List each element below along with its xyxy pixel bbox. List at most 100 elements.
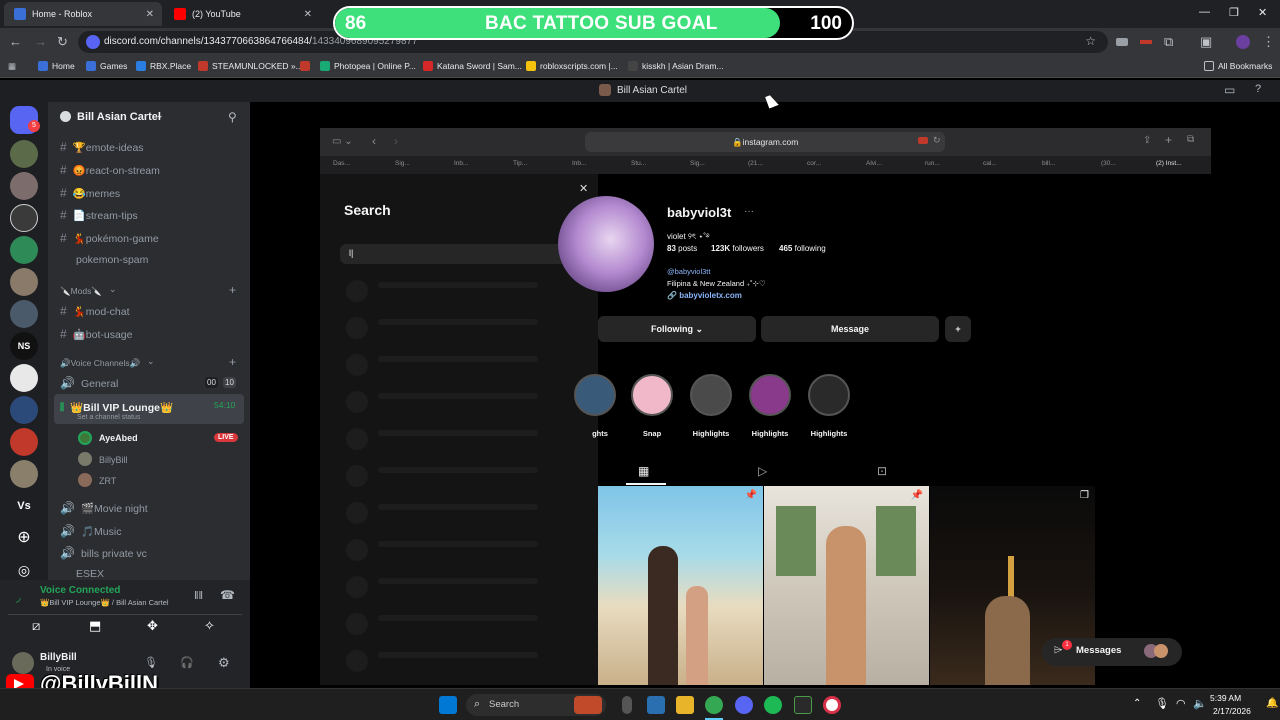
discord-icon[interactable]: [735, 696, 753, 714]
add-server-icon[interactable]: ⊕: [10, 524, 38, 552]
avatar[interactable]: [78, 473, 92, 487]
chevron-down-icon[interactable]: ⌄: [109, 284, 117, 295]
bookmark-item[interactable]: [300, 61, 314, 71]
server-icon[interactable]: [10, 140, 38, 168]
chevron-up-icon[interactable]: ⌃: [1133, 698, 1141, 709]
copilot-icon[interactable]: [622, 696, 632, 714]
taskbar-search-input[interactable]: ⌕ Search: [466, 694, 606, 716]
bookmark-item[interactable]: RBX.Place: [136, 61, 191, 71]
voice-location[interactable]: 👑Bill VIP Lounge👑 / Bill Asian Cartel: [40, 598, 169, 607]
server-icon[interactable]: [10, 236, 38, 264]
chevron-down-icon[interactable]: ⌄: [147, 356, 155, 367]
spotify-icon[interactable]: [764, 696, 782, 714]
all-bookmarks[interactable]: All Bookmarks: [1204, 61, 1272, 71]
avatar[interactable]: [78, 452, 92, 466]
server-icon[interactable]: [10, 204, 38, 232]
store-icon[interactable]: [647, 696, 665, 714]
channel-react-on-stream[interactable]: # 😡react-on-stream: [60, 163, 160, 177]
extension-icon[interactable]: [1116, 38, 1128, 46]
back-icon[interactable]: ←: [9, 34, 22, 49]
bookmark-item[interactable]: Games: [86, 61, 127, 71]
headphones-icon[interactable]: 🎧: [180, 656, 194, 669]
category-voice[interactable]: 🔊Voice Channels🔊: [60, 358, 140, 369]
wifi-icon[interactable]: ◠: [1176, 697, 1186, 710]
screenshare-icon[interactable]: ⬒: [89, 618, 101, 634]
clock-time[interactable]: 5:39 AM: [1210, 693, 1241, 703]
menu-icon[interactable]: ⋮: [1262, 34, 1275, 50]
server-icon[interactable]: [10, 428, 38, 456]
noise-icon[interactable]: ‖‖: [194, 590, 203, 602]
member-name[interactable]: BillyBill: [99, 455, 128, 465]
bookmark-item[interactable]: Home: [38, 61, 75, 71]
bookmark-item[interactable]: robloxscripts.com |...: [526, 61, 618, 71]
server-icon[interactable]: [10, 396, 38, 424]
server-vs[interactable]: Vs: [10, 492, 38, 520]
server-icon[interactable]: [10, 172, 38, 200]
member-name[interactable]: AyeAbed: [99, 433, 138, 443]
shared-screen[interactable]: ▭ ⌄ ‹ › 🔒instagram.com ↻ ⇪ + ⧉ Das... Si…: [320, 128, 1211, 685]
add-channel-icon[interactable]: +: [229, 355, 236, 369]
sidepanel-icon[interactable]: ▣: [1200, 34, 1212, 50]
server-name[interactable]: Bill Asian Cartel: [77, 111, 161, 123]
channel-bot-usage[interactable]: # 🤖bot-usage: [60, 327, 132, 341]
channel-stream-tips[interactable]: # 📄stream-tips: [60, 208, 138, 222]
chevron-down-icon[interactable]: ⌄: [156, 110, 164, 121]
member-name[interactable]: ZRT: [99, 476, 116, 486]
app-icon[interactable]: [794, 696, 812, 714]
maximize-icon[interactable]: ❐: [1229, 6, 1239, 19]
voice-channel-movie-night[interactable]: 🔊 🎬Movie night: [60, 501, 148, 515]
forward-icon[interactable]: →: [34, 34, 47, 49]
voice-connected-label[interactable]: Voice Connected: [40, 585, 120, 596]
channel-status[interactable]: Set a channel status: [77, 414, 140, 421]
server-ns[interactable]: NS: [10, 332, 38, 360]
add-channel-icon[interactable]: +: [229, 283, 236, 297]
avatar[interactable]: [1236, 35, 1250, 49]
channel-mod-chat[interactable]: # 💃mod-chat: [60, 304, 130, 318]
server-icon[interactable]: [10, 300, 38, 328]
puzzle-icon[interactable]: ⧉: [1164, 34, 1173, 50]
close-window-icon[interactable]: ✕: [1258, 6, 1267, 19]
voice-channel-music[interactable]: 🔊 🎵Music: [60, 524, 121, 538]
bookmark-item[interactable]: Photopea | Online P...: [320, 61, 416, 71]
add-member-icon[interactable]: ⚲: [228, 110, 237, 124]
windows-start-icon[interactable]: [439, 696, 457, 714]
category-mods[interactable]: 🔪Mods🔪: [60, 286, 102, 297]
gear-icon[interactable]: ⚙: [218, 655, 230, 671]
avatar[interactable]: [78, 431, 92, 445]
minimize-icon[interactable]: —: [1199, 6, 1210, 18]
tab-roblox[interactable]: Home - Roblox ✕: [4, 2, 162, 26]
inbox-icon[interactable]: ▭: [1224, 83, 1235, 97]
channel-pokemon-spam[interactable]: pokemon-spam: [76, 254, 148, 266]
server-icon[interactable]: [10, 460, 38, 488]
file-explorer-icon[interactable]: [676, 696, 694, 714]
voice-channel-general[interactable]: 🔊 General: [60, 376, 118, 390]
bookmark-item[interactable]: kisskh | Asian Dram...: [628, 61, 724, 71]
user-name[interactable]: BillyBill: [40, 652, 77, 663]
clock-date[interactable]: 2/17/2026: [1213, 706, 1251, 716]
channel-pokemon-game[interactable]: # 💃pokémon-game: [60, 231, 159, 245]
disconnect-icon[interactable]: ☎: [220, 588, 235, 602]
bookmark-item[interactable]: Katana Sword | Sam...: [423, 61, 522, 71]
opera-icon[interactable]: [823, 696, 841, 714]
activities-icon[interactable]: ✥: [147, 618, 158, 634]
chrome-icon[interactable]: [705, 696, 723, 714]
extension-icon[interactable]: [1140, 40, 1152, 44]
signal-icon[interactable]: ◞: [16, 590, 21, 604]
tab-youtube[interactable]: (2) YouTube ✕: [164, 2, 320, 26]
site-info-icon[interactable]: [86, 35, 100, 49]
close-icon[interactable]: ✕: [304, 9, 312, 20]
soundboard-icon[interactable]: ✧: [204, 618, 215, 634]
camera-off-icon[interactable]: ⧄: [32, 618, 40, 634]
channel-memes[interactable]: # 😂memes: [60, 186, 120, 200]
bookmark-item[interactable]: STEAMUNLOCKED »...: [198, 61, 303, 71]
notifications-icon[interactable]: 🔔: [1266, 698, 1278, 709]
avatar[interactable]: [12, 652, 34, 674]
microphone-icon[interactable]: 🎙: [144, 656, 158, 669]
server-icon[interactable]: [10, 268, 38, 296]
channel-emote-ideas[interactable]: # 🏆emote-ideas: [60, 140, 144, 154]
microphone-icon[interactable]: 🎙: [1155, 697, 1169, 710]
server-icon[interactable]: [10, 364, 38, 392]
close-icon[interactable]: ✕: [146, 9, 154, 20]
volume-icon[interactable]: 🔈: [1193, 697, 1207, 710]
star-icon[interactable]: ☆: [1085, 34, 1096, 48]
